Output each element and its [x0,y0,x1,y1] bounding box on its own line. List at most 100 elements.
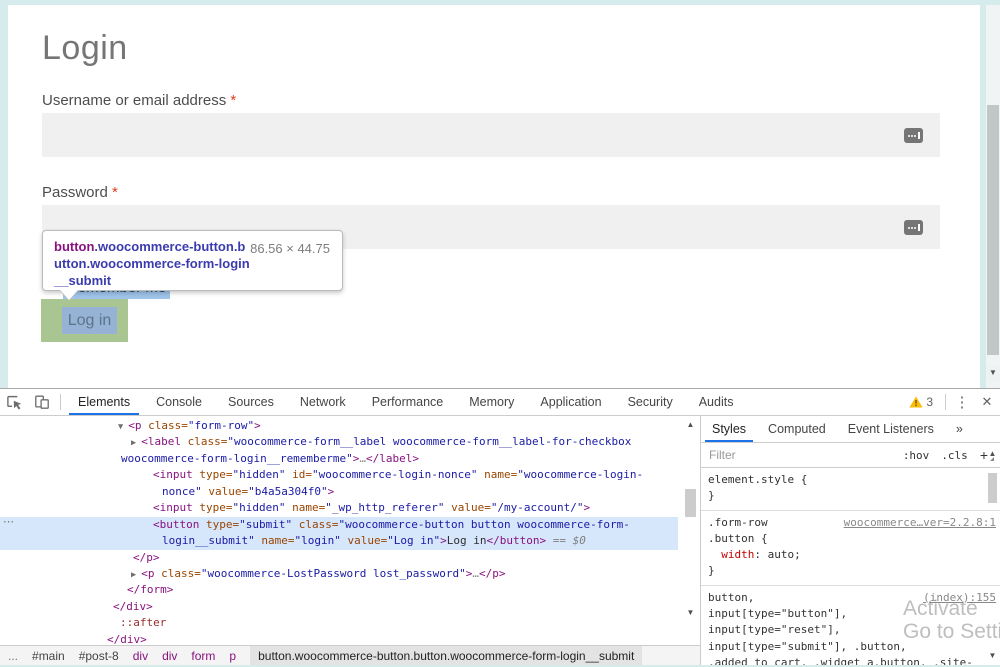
tree-row[interactable]: nonce" value="b4a5a304f0"> [0,484,678,500]
tree-row[interactable]: woocommerce-form-login__rememberme">…</l… [0,451,678,467]
tree-row[interactable]: <button type="submit" class="woocommerce… [0,517,678,533]
scroll-up-icon[interactable]: ▲ [986,447,999,461]
warning-icon [909,396,923,408]
tree-row[interactable]: <input type="hidden" id="woocommerce-log… [0,467,678,483]
scroll-up-icon[interactable]: ▲ [683,418,698,432]
breadcrumb-item[interactable]: #post-8 [79,649,119,663]
tab-application[interactable]: Application [527,389,614,415]
tree-row[interactable]: </div> [0,599,678,615]
styles-tabs: StylesComputedEvent Listeners» [701,416,1000,443]
breadcrumb-item[interactable]: div [162,649,177,663]
style-rule-row: .button { [708,531,996,547]
page-scrollbar[interactable]: ▼ [986,5,1000,388]
login-button[interactable]: Log in [41,299,128,342]
username-input[interactable] [42,113,940,157]
style-rule[interactable]: (index):155button,input[type="button"],i… [701,586,1000,665]
elements-pane: ▼ <p class="form-row">▶ <label class="wo… [0,416,700,645]
tab--[interactable]: » [945,416,974,442]
devtools-toolbar: ElementsConsoleSourcesNetworkPerformance… [0,389,1000,416]
styles-scrollbar[interactable]: ▲ ▼ [986,447,999,663]
toolbar-divider [60,394,61,410]
style-rule-row: input[type="submit"], .button, [708,639,996,655]
style-rule-row: element.style { [708,472,996,488]
tab-network[interactable]: Network [287,389,359,415]
element-classes-button[interactable]: .cls [935,449,974,462]
inspect-tooltip: button.woocommerce-button.b 86.56 × 44.7… [42,230,343,291]
style-rule[interactable]: element.style {} [701,468,1000,511]
required-asterisk: * [230,92,236,109]
page-title: Login [42,29,128,68]
tab-audits[interactable]: Audits [686,389,747,415]
style-rule-row: .added_to_cart, .widget a.button, .site- [708,655,996,665]
tree-row[interactable]: login__submit" name="login" value="Log i… [0,533,678,549]
tree-row[interactable]: ▼ <p class="form-row"> [0,418,678,434]
devtools-tabs: ElementsConsoleSourcesNetworkPerformance… [65,389,746,415]
tree-row[interactable]: <input type="hidden" name="_wp_http_refe… [0,500,678,516]
style-rule-row: } [708,563,996,579]
node-options-icon[interactable]: ⋯ [3,515,14,528]
devtools-panel: ElementsConsoleSourcesNetworkPerformance… [0,388,1000,665]
breadcrumb-item[interactable]: #main [32,649,65,663]
style-rule-row: input[type="button"], [708,606,996,622]
page-scrollbar-thumb[interactable] [987,105,999,355]
login-button-label[interactable]: Log in [62,307,117,334]
style-rule-row: input[type="reset"], [708,622,996,638]
warnings-badge[interactable]: 3 [901,395,941,409]
tooltip-line2: utton.woocommerce-form-login [54,255,330,272]
tab-computed[interactable]: Computed [757,416,837,442]
breadcrumb-item[interactable]: button.woocommerce-button.button.woocomm… [250,646,642,665]
styles-pane: StylesComputedEvent Listeners» :hov .cls… [700,416,1000,665]
style-rule[interactable]: woocommerce…ver=2.2.8:1.form-row.button … [701,511,1000,586]
login-page: Login Username or email address * Passwo… [8,5,980,388]
tab-elements[interactable]: Elements [65,389,143,415]
style-rule-row: } [708,488,996,504]
tab-console[interactable]: Console [143,389,215,415]
tooltip-arrow [60,290,78,300]
tab-event-listeners[interactable]: Event Listeners [837,416,945,442]
devtools-close-icon[interactable]: ✕ [974,394,1000,410]
tooltip-line3: __submit [54,272,330,289]
tab-performance[interactable]: Performance [359,389,457,415]
dom-tree: ▼ <p class="form-row">▶ <label class="wo… [0,416,700,645]
breadcrumb-item[interactable]: p [229,649,236,663]
scroll-down-icon[interactable]: ▼ [986,366,1000,382]
input-extension-icon[interactable] [904,220,923,235]
style-rule-row: width: auto; [708,547,996,563]
input-extension-icon[interactable] [904,128,923,143]
elements-scrollbar[interactable]: ▲ ▼ [683,418,698,646]
username-label: Username or email address * [42,92,236,109]
tab-security[interactable]: Security [615,389,686,415]
warning-count: 3 [926,395,933,409]
password-label: Password * [42,184,118,201]
stylesheet-link[interactable]: woocommerce…ver=2.2.8:1 [844,515,996,531]
styles-filter-input[interactable] [705,445,897,465]
tab-styles[interactable]: Styles [701,416,757,442]
breadcrumb-item[interactable]: form [191,649,215,663]
device-toolbar-icon[interactable] [28,389,56,415]
tooltip-tag: button [54,239,94,254]
required-asterisk: * [112,184,118,201]
breadcrumb-item[interactable]: ... [8,649,18,663]
toolbar-right: 3 ⋮ ✕ [901,389,1000,415]
scroll-down-icon[interactable]: ▼ [986,649,999,663]
styles-filter-row: :hov .cls + [701,443,1000,468]
screen: { "page": { "title": "Login", "username_… [0,0,1000,667]
scroll-down-icon[interactable]: ▼ [683,606,698,620]
tree-row[interactable]: ▶ <p class="woocommerce-LostPassword los… [0,566,678,582]
breadcrumb-item[interactable]: div [133,649,148,663]
breadcrumb: ...#main#post-8divdivformpbutton.woocomm… [0,645,700,665]
tab-memory[interactable]: Memory [456,389,527,415]
tree-row[interactable]: </div> [0,632,678,645]
tab-sources[interactable]: Sources [215,389,287,415]
tree-row[interactable]: </p> [0,550,678,566]
tooltip-dimensions: 86.56 × 44.75 [250,240,330,257]
elements-scrollbar-thumb[interactable] [685,489,696,517]
styles-scrollbar-thumb[interactable] [988,473,997,503]
toolbar-divider [945,394,946,410]
tree-row[interactable]: </form> [0,582,678,598]
tree-row[interactable]: ::after [0,615,678,631]
inspect-element-icon[interactable] [0,389,28,415]
tree-row[interactable]: ▶ <label class="woocommerce-form__label … [0,434,678,450]
devtools-menu-icon[interactable]: ⋮ [950,393,974,411]
pseudo-state-button[interactable]: :hov [897,449,936,462]
